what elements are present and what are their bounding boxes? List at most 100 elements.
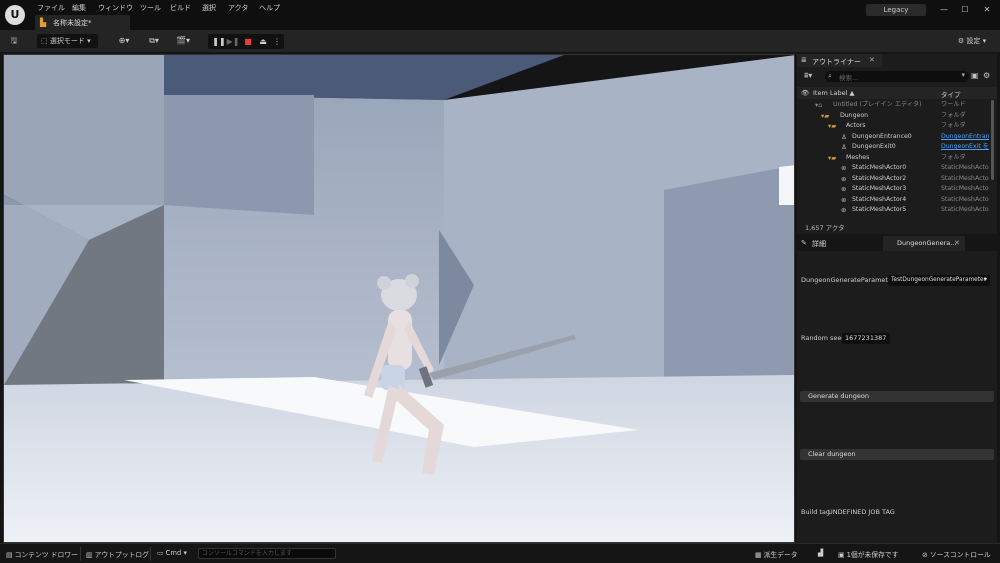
add-actor-icon[interactable]: ⊕▾ [113, 34, 135, 48]
dungeon-parameter-select[interactable]: TestDungeonGenerateParameter ▾ [888, 275, 990, 286]
pause-icon[interactable]: ❚❚ [212, 34, 226, 49]
close-icon[interactable]: ✕ [869, 56, 875, 64]
list-item[interactable]: ♙ DungeonExit0 DungeonExit を [797, 142, 989, 152]
more-options-icon[interactable]: ⋮ [270, 34, 284, 49]
menu-tools[interactable]: ツール [140, 3, 161, 13]
cmd-dropdown[interactable]: ▭ Cmd ▾ [157, 549, 187, 557]
item-type-link[interactable]: DungeonExit を [941, 142, 989, 152]
left-wall-lower [4, 205, 164, 385]
item-label: DungeonExit0 [852, 143, 896, 150]
unsaved-button[interactable]: ▣ 1個が未保存です [838, 549, 899, 559]
tab-details[interactable]: ✎ 詳細 [797, 236, 837, 251]
list-item[interactable]: ⊛ StaticMeshActor5 StaticMeshActo [797, 205, 989, 215]
list-item[interactable]: ⊛ StaticMeshActor3 StaticMeshActo [797, 184, 989, 194]
output-log-button[interactable]: ▥ アウトプットログ [86, 549, 149, 559]
list-item[interactable]: ▾⌂ Untitled (プレイイン エディタ) ワールド [797, 100, 989, 110]
minimize-icon[interactable]: — [937, 4, 951, 16]
selection-mode-label: 選択モード [49, 37, 85, 45]
list-item[interactable]: ⊛ StaticMeshActor0 StaticMeshActo [797, 163, 989, 173]
level-viewport[interactable] [3, 54, 795, 543]
actor-icon: ♙ [841, 143, 847, 151]
menu-help[interactable]: ヘルプ [259, 3, 280, 13]
column-item-label[interactable]: Item Label ▲ [813, 89, 854, 97]
outliner-tab[interactable]: ≣ アウトライナー ✕ [797, 54, 882, 67]
mesh-icon: ⊛ [841, 196, 847, 204]
outliner-column-header: 👁 Item Label ▲ タイプ [797, 87, 997, 99]
menu-file[interactable]: ファイル [37, 3, 65, 13]
maximize-icon[interactable]: ☐ [958, 4, 972, 16]
chevron-down-icon: ▾ [984, 277, 987, 283]
item-label: StaticMeshActor2 [852, 175, 907, 182]
outliner-scrollbar[interactable] [991, 100, 994, 180]
source-control-label: ソースコントロール [929, 551, 991, 559]
dungeon-parameter-value: TestDungeonGenerateParameter [891, 277, 986, 283]
selection-mode-dropdown[interactable]: ⬚ 選択モード ▾ [37, 34, 98, 48]
item-label: Dungeon [840, 112, 869, 119]
title-bar: U ファイル 編集 ウィンドウ ツール ビルド 選択 アクタ ヘルプ ▙ 名称未… [0, 0, 1000, 30]
source-control-icon: ⊘ [922, 551, 930, 559]
dungeon-parameter-label: DungeonGenerateParameter [801, 276, 895, 284]
stop-icon[interactable]: ■ [241, 34, 255, 49]
cmd-label: Cmd [165, 549, 182, 557]
outliner-search-input[interactable]: ⌕ 検索... ▾ [825, 71, 969, 82]
chevron-down-icon: ▾ [961, 71, 965, 79]
details-tab-bar: ✎ 詳細 DungeonGenera... ✕ [797, 236, 997, 251]
item-type-link[interactable]: DungeonEntranc [941, 132, 989, 142]
derived-data-label: 派生データ [763, 551, 798, 559]
build-tag-label: Build tag [801, 508, 831, 516]
list-item[interactable]: ▾▰ Actors フォルダ [797, 121, 989, 131]
console-command-input[interactable]: コンソールコマンドを入力します [198, 548, 336, 559]
source-control-button[interactable]: ⊘ ソースコントロール [922, 549, 991, 559]
add-folder-icon[interactable]: ▣ [971, 71, 979, 80]
menu-build[interactable]: ビルド [170, 3, 191, 13]
column-type[interactable]: タイプ [941, 89, 961, 99]
mesh-icon: ⊛ [841, 206, 847, 214]
unreal-logo-icon[interactable]: U [5, 5, 25, 25]
list-item[interactable]: ▾▰ Meshes フォルダ [797, 153, 989, 163]
content-drawer-button[interactable]: ▤ コンテンツ ドロワー [6, 549, 78, 559]
cinematics-icon[interactable]: 🎬▾ [172, 34, 194, 48]
stats-icon[interactable]: ▟ [818, 549, 823, 557]
menu-window[interactable]: ウィンドウ [98, 3, 133, 13]
folder-icon: ▾▰ [821, 112, 830, 120]
item-label: DungeonEntrance0 [852, 133, 912, 140]
item-type: フォルダ [941, 112, 966, 119]
visibility-icon[interactable]: 👁 [801, 89, 809, 97]
details-panel: ✎ 詳細 DungeonGenera... ✕ DungeonGenerateP… [797, 236, 997, 543]
filter-icon[interactable]: ⩩▾ [804, 71, 812, 81]
tab-dungeon-generator[interactable]: DungeonGenera... ✕ [883, 236, 965, 251]
clear-dungeon-button[interactable]: Clear dungeon [800, 449, 994, 460]
build-tag-value: UNDEFINED JOB TAG [828, 508, 895, 516]
status-bar: ▤ コンテンツ ドロワー ▥ アウトプットログ ▭ Cmd ▾ コンソールコマン… [0, 543, 1000, 563]
settings-button[interactable]: ⚙ 設定 ▾ [950, 34, 994, 48]
document-tab[interactable]: ▙ 名称未設定* [35, 15, 130, 30]
search-icon: ⌕ [828, 72, 832, 80]
legacy-button[interactable]: Legacy [866, 4, 926, 16]
close-icon[interactable]: ✕ [954, 239, 960, 247]
generate-dungeon-button[interactable]: Generate dungeon [800, 391, 994, 402]
list-item[interactable]: ⊛ StaticMeshActor4 StaticMeshActo [797, 195, 989, 205]
list-item[interactable]: ⊛ StaticMeshActor2 StaticMeshActo [797, 174, 989, 184]
list-item[interactable]: ▾▰ Dungeon フォルダ [797, 111, 989, 121]
list-item[interactable]: ♙ DungeonEntrance0 DungeonEntranc [797, 132, 989, 142]
gear-icon[interactable]: ⚙ [983, 71, 990, 80]
eject-icon[interactable]: ⏏ [256, 34, 270, 49]
item-type: StaticMeshActo [941, 185, 989, 192]
random-seed-input[interactable]: 1677231387 [842, 333, 890, 344]
menu-edit[interactable]: 編集 [72, 3, 86, 13]
unsaved-icon: ▣ [838, 551, 847, 559]
play-controls: ❚❚ ▶❚ ■ ⏏ ⋮ [208, 34, 284, 49]
back-wall-shadow [164, 95, 314, 215]
log-icon: ▥ [86, 551, 95, 559]
main-toolbar: 🖫 ⬚ 選択モード ▾ ⊕▾ ⧉▾ 🎬▾ ⚙ 設定 ▾ [0, 30, 1000, 52]
derived-data-button[interactable]: ▦ 派生データ [755, 549, 798, 559]
step-icon[interactable]: ▶❚ [226, 34, 240, 49]
save-icon[interactable]: 🖫 [7, 34, 21, 48]
menu-select[interactable]: 選択 [202, 3, 216, 13]
item-type: フォルダ [941, 122, 966, 129]
item-type: ワールド [941, 101, 966, 108]
blueprint-icon[interactable]: ⧉▾ [143, 34, 165, 48]
close-icon[interactable]: ✕ [980, 4, 994, 16]
settings-label: 設定 [966, 37, 981, 45]
menu-actor[interactable]: アクタ [228, 3, 248, 13]
